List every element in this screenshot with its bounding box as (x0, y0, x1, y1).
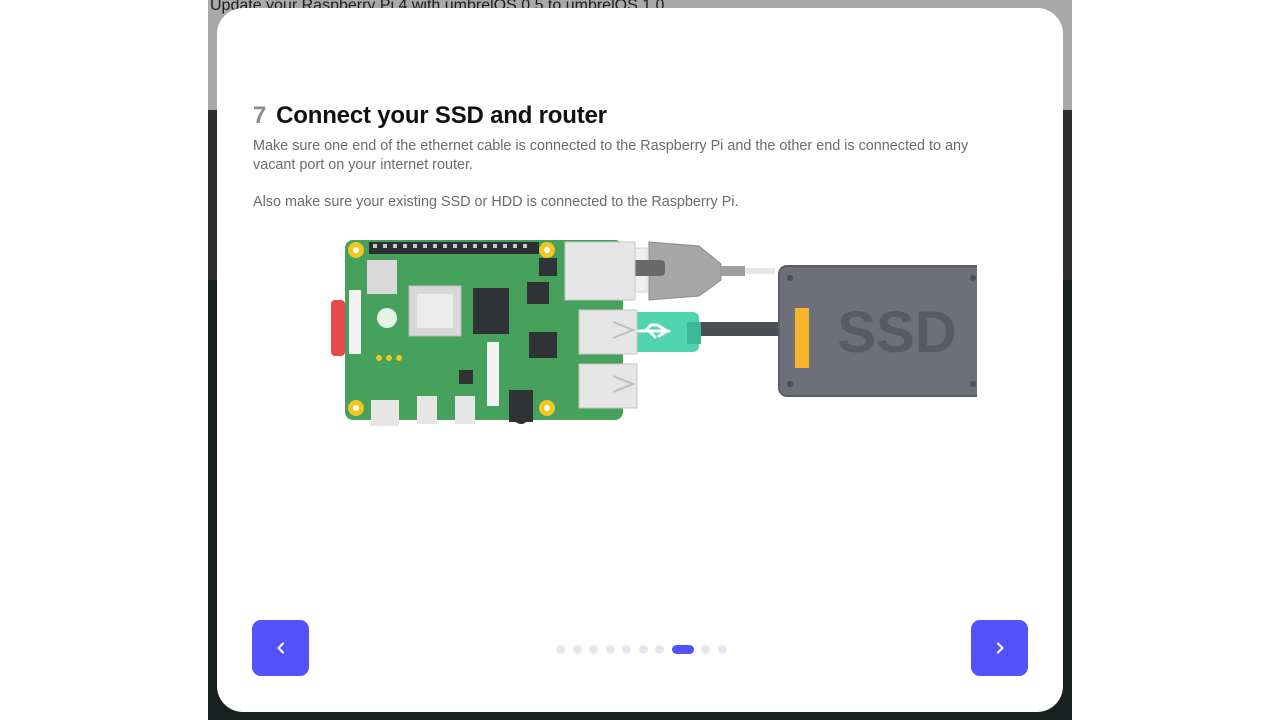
setup-guide-modal: 7 Connect your SSD and router Make sure … (217, 8, 1063, 712)
step-title: Connect your SSD and router (276, 102, 607, 129)
step-pagination (556, 643, 727, 655)
step-description: Make sure one end of the ethernet cable … (253, 138, 969, 173)
page-dot[interactable] (701, 644, 710, 654)
raspberry-pi-icon (331, 240, 638, 426)
page-dot[interactable] (622, 644, 631, 654)
previous-step-button[interactable] (252, 620, 309, 676)
raspberry-pi-ssd-router-illustration: SSD (331, 240, 977, 426)
page-dot[interactable] (556, 644, 565, 654)
chevron-right-icon (996, 642, 1003, 654)
step-description-secondary: Also make sure your existing SSD or HDD … (253, 194, 739, 210)
page-dot[interactable] (589, 644, 598, 654)
ssd-label: SSD (837, 300, 956, 365)
next-step-button[interactable] (971, 620, 1028, 676)
page-dot[interactable] (717, 644, 727, 654)
chevron-left-icon (277, 642, 284, 654)
ssd-icon: SSD (778, 265, 977, 397)
page-dot[interactable] (572, 644, 582, 654)
page-dot[interactable] (638, 644, 648, 654)
page-dot-active[interactable] (671, 644, 694, 654)
page-dot[interactable] (605, 644, 615, 654)
step-heading: 7 Connect your SSD and router (253, 102, 607, 130)
step-number: 7 (253, 102, 267, 129)
page-dot[interactable] (655, 644, 664, 654)
